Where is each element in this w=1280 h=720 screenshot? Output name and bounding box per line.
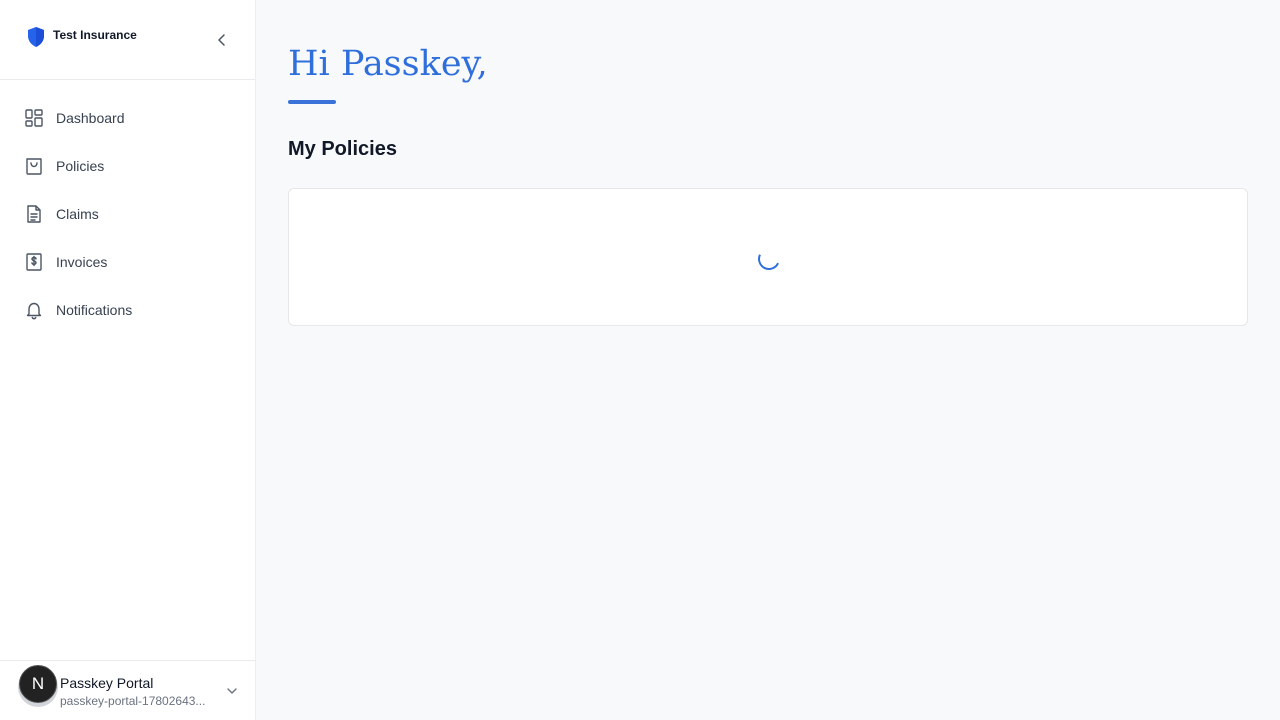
chevron-down-icon	[227, 688, 237, 694]
brand-name: Test Insurance	[53, 28, 137, 42]
loading-spinner-icon	[754, 244, 784, 274]
dashboard-grid-icon	[24, 108, 44, 128]
chevron-left-icon	[218, 34, 225, 46]
greeting-underline	[288, 100, 336, 104]
user-email: passkey-portal-17802643...	[60, 694, 206, 708]
sidebar-item-policies[interactable]: Policies	[0, 142, 256, 190]
sidebar-item-label: Invoices	[56, 254, 108, 270]
sidebar-item-label: Claims	[56, 206, 99, 222]
user-account-menu[interactable]: N Passkey Portal passkey-portal-17802643…	[0, 660, 256, 720]
shield-icon	[28, 27, 44, 47]
brand-header: Test Insurance	[0, 0, 255, 80]
sidebar-item-dashboard[interactable]: Dashboard	[0, 94, 256, 142]
page-greeting: Hi Passkey,	[288, 44, 488, 84]
policies-card	[288, 188, 1248, 326]
sidebar-nav: Dashboard Policies Claims Invoices Notif…	[0, 94, 256, 334]
sidebar-item-label: Notifications	[56, 302, 133, 318]
collapse-sidebar-button[interactable]	[212, 30, 232, 50]
dollar-receipt-icon	[24, 252, 44, 272]
document-icon	[24, 204, 44, 224]
main-content: Hi Passkey, My Policies	[257, 0, 1280, 720]
sidebar-item-claims[interactable]: Claims	[0, 190, 256, 238]
shopping-bag-icon	[24, 156, 44, 176]
sidebar-item-label: Policies	[56, 158, 105, 174]
user-name: Passkey Portal	[60, 675, 154, 691]
sidebar: Test Insurance Dashboard Policies Claims…	[0, 0, 256, 720]
section-title-my-policies: My Policies	[288, 138, 397, 160]
sidebar-item-notifications[interactable]: Notifications	[0, 286, 256, 334]
bell-icon	[24, 300, 44, 320]
sidebar-item-label: Dashboard	[56, 110, 125, 126]
avatar[interactable]: N	[19, 665, 57, 703]
sidebar-item-invoices[interactable]: Invoices	[0, 238, 256, 286]
